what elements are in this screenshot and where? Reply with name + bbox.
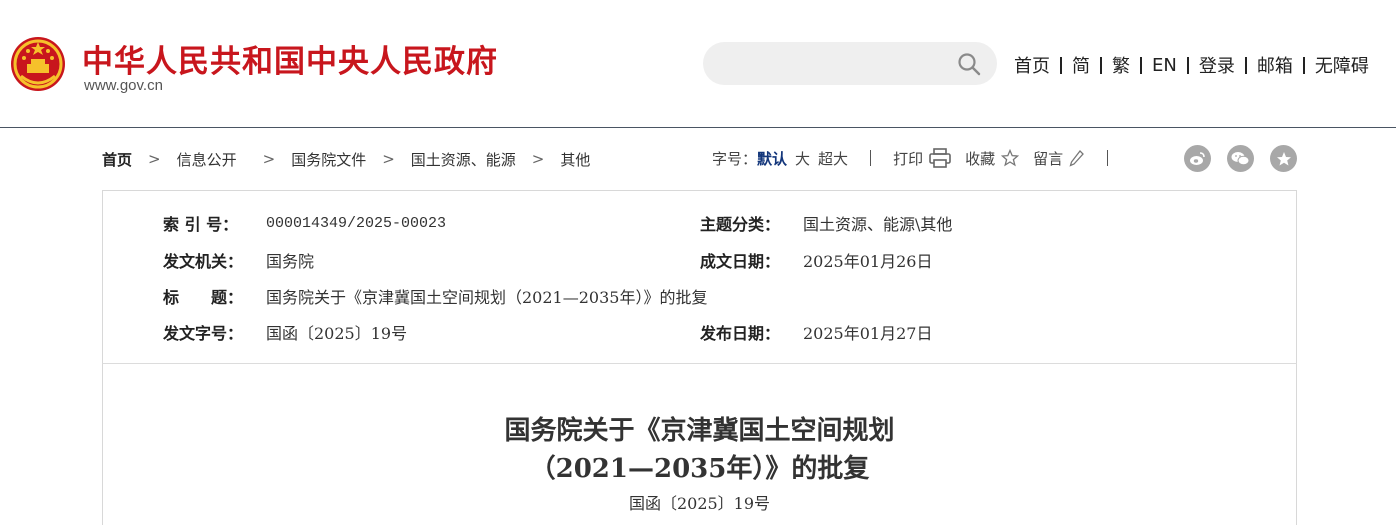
title-value: 国务院关于《京津冀国土空间规划（2021—2035年）》的批复 — [266, 288, 708, 307]
issuer-value: 国务院 — [266, 252, 315, 271]
category-label: 主题分类： — [700, 215, 781, 234]
meta-row-index: 索 引 号： 000014349/2025-00023 — [163, 211, 446, 235]
nav-simplified-link[interactable]: 简 — [1072, 52, 1090, 78]
tools-divider — [870, 150, 872, 166]
breadcrumb-other[interactable]: 其他 — [560, 149, 590, 170]
meta-row-title: 标 题： 国务院关于《京津冀国土空间规划（2021—2035年）》的批复 — [163, 284, 707, 308]
breadcrumb-land-energy[interactable]: 国土资源、能源 — [411, 149, 516, 170]
docno-value: 国函〔2025〕19号 — [266, 324, 408, 343]
meta-row-publish-date: 发布日期： 2025年01月27日 — [700, 320, 932, 344]
publish-date-value: 2025年01月27日 — [803, 324, 933, 343]
national-emblem-icon[interactable] — [9, 34, 67, 94]
font-size-default[interactable]: 默认 — [757, 148, 787, 169]
breadcrumb: 首页 > 信息公开 > 国务院文件 > 国土资源、能源 > 其他 — [102, 148, 590, 170]
weibo-icon — [1190, 152, 1205, 165]
breadcrumb-home[interactable]: 首页 — [102, 149, 132, 170]
written-date-value: 2025年01月26日 — [803, 252, 933, 271]
search-icon[interactable] — [957, 52, 981, 76]
nav-divider — [1244, 56, 1247, 74]
meta-row-written-date: 成文日期： 2025年01月26日 — [700, 248, 932, 272]
favorite-label: 收藏 — [965, 149, 996, 168]
star-icon — [1001, 149, 1020, 167]
font-size-large[interactable]: 大 — [795, 148, 810, 169]
chevron-right-icon: > — [262, 150, 276, 168]
nav-divider — [1302, 56, 1305, 74]
favorite-share-button[interactable] — [1270, 145, 1297, 172]
title-label: 标 题： — [163, 288, 244, 307]
index-label: 索 引 号： — [163, 215, 239, 234]
nav-divider — [1060, 56, 1062, 74]
written-date-label: 成文日期： — [700, 252, 781, 271]
top-nav: 首页 简 繁 EN 登录 邮箱 无障碍 — [1014, 52, 1369, 78]
nav-divider — [1100, 56, 1102, 74]
meta-row-category: 主题分类： 国土资源、能源\其他 — [700, 211, 952, 235]
issuer-label: 发文机关： — [163, 252, 244, 271]
nav-english-link[interactable]: EN — [1152, 55, 1177, 76]
site-header: 中华人民共和国中央人民政府 www.gov.cn 首页 简 繁 EN 登录 邮箱… — [0, 0, 1396, 128]
article-tools: 字号： 默认 大 超大 打印 收藏 留言 — [712, 146, 1130, 170]
print-button[interactable]: 打印 — [893, 148, 951, 169]
favorite-button[interactable]: 收藏 — [965, 148, 1020, 169]
breadcrumb-info-public[interactable]: 信息公开 — [177, 149, 237, 170]
document-metadata: 索 引 号： 000014349/2025-00023 主题分类： 国土资源、能… — [102, 190, 1297, 364]
nav-mail-link[interactable]: 邮箱 — [1257, 52, 1293, 78]
weibo-share-button[interactable] — [1184, 145, 1211, 172]
wechat-icon — [1231, 152, 1250, 166]
font-size-label: 字号： — [712, 149, 758, 168]
article-title-line1: 国务院关于《京津冀国土空间规划 — [504, 416, 895, 446]
meta-row-issuer: 发文机关： 国务院 — [163, 248, 314, 272]
chevron-right-icon: > — [531, 150, 545, 168]
nav-home-link[interactable]: 首页 — [1014, 52, 1050, 78]
font-size-xlarge[interactable]: 超大 — [818, 148, 848, 169]
search-input[interactable] — [703, 42, 997, 85]
nav-traditional-link[interactable]: 繁 — [1112, 52, 1130, 78]
wechat-share-button[interactable] — [1227, 145, 1254, 172]
breadcrumb-state-council-docs[interactable]: 国务院文件 — [291, 149, 366, 170]
article-doc-number: 国函〔2025〕19号 — [628, 494, 771, 513]
printer-icon — [929, 148, 951, 168]
comment-label: 留言 — [1033, 149, 1064, 168]
index-value: 000014349/2025-00023 — [266, 214, 447, 232]
comment-button[interactable]: 留言 — [1033, 148, 1085, 169]
site-url[interactable]: www.gov.cn — [84, 77, 163, 94]
article-title-line2: （2021—2035年）》的批复 — [529, 454, 870, 484]
chevron-right-icon: > — [148, 150, 161, 168]
tools-divider — [1107, 150, 1109, 166]
docno-label: 发文字号： — [163, 324, 244, 343]
nav-accessibility-link[interactable]: 无障碍 — [1315, 52, 1369, 78]
print-label: 打印 — [893, 149, 924, 168]
site-title[interactable]: 中华人民共和国中央人民政府 — [82, 36, 498, 81]
nav-divider — [1140, 56, 1142, 74]
chevron-right-icon: > — [382, 150, 395, 168]
article-body: 国务院关于《京津冀国土空间规划 （2021—2035年）》的批复 国函〔2025… — [102, 364, 1297, 525]
star-icon — [1276, 151, 1291, 165]
pencil-icon — [1069, 150, 1085, 167]
nav-login-link[interactable]: 登录 — [1199, 52, 1235, 78]
meta-row-docno: 发文字号： 国函〔2025〕19号 — [163, 320, 407, 344]
publish-date-label: 发布日期： — [700, 324, 781, 343]
category-value: 国土资源、能源\其他 — [803, 215, 953, 234]
nav-divider — [1186, 56, 1189, 74]
